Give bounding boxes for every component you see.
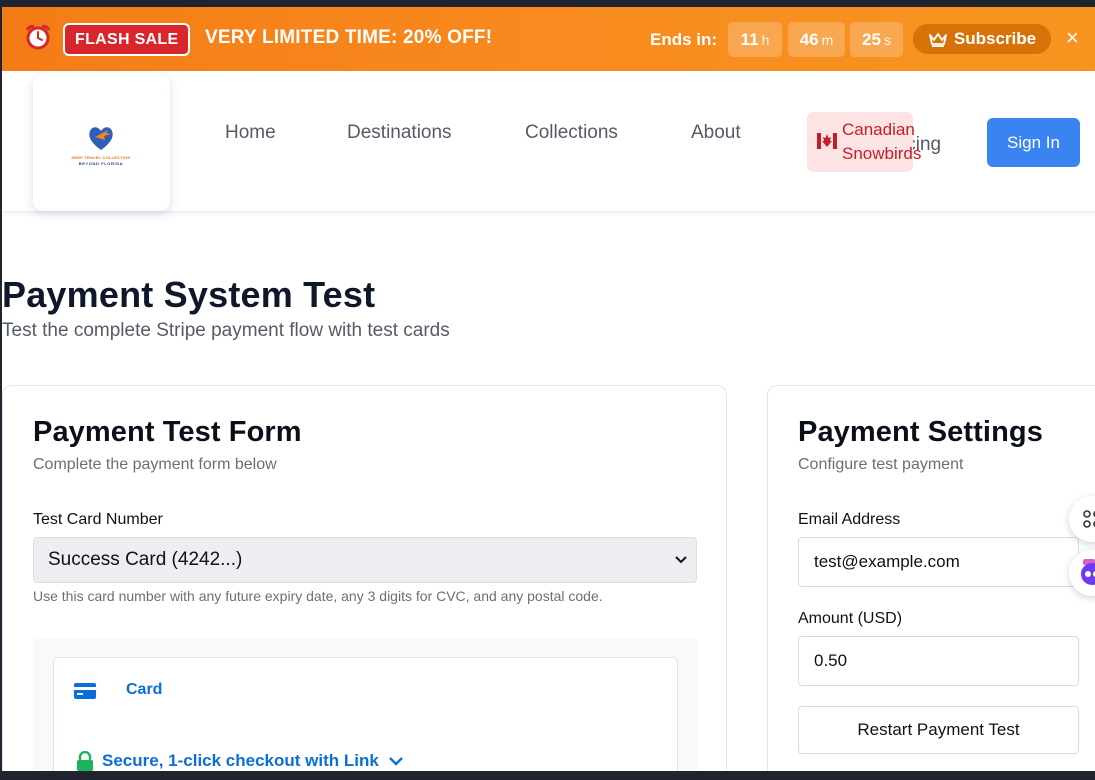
page-title: Payment System Test: [2, 274, 376, 315]
page-subtitle: Test the complete Stripe payment flow wi…: [2, 320, 450, 341]
settings-title: Payment Settings: [798, 416, 1043, 448]
email-label: Email Address: [798, 511, 901, 528]
chevron-down-icon: [388, 757, 403, 766]
payment-settings-card: Payment Settings Configure test payment …: [767, 385, 1095, 771]
payment-form-card: Payment Test Form Complete the payment f…: [2, 385, 727, 771]
grid-icon: [1083, 510, 1095, 528]
chevron-down-icon: [675, 556, 687, 564]
maple-leaf-icon: [817, 133, 837, 149]
credit-card-icon: [74, 683, 96, 699]
seconds-value: 25: [862, 30, 881, 49]
hours-value: 11: [740, 30, 759, 49]
link-checkout-text: Secure, 1-click checkout with Link: [102, 751, 379, 770]
form-title: Payment Test Form: [33, 416, 302, 448]
logo: DEEP TRAVEL COLLECTION BEYOND FLORIDA: [42, 85, 160, 203]
flash-sale-banner: FLASH SALE VERY LIMITED TIME: 20% OFF! E…: [2, 7, 1095, 71]
nav-home[interactable]: Home: [225, 122, 276, 144]
restart-payment-button[interactable]: Restart Payment Test: [798, 706, 1079, 754]
stripe-card-box: Card Secure, 1-click checkout with Link: [53, 657, 678, 771]
nav-about[interactable]: About: [691, 122, 741, 144]
card-number-value: Success Card (4242...): [48, 549, 243, 570]
countdown-minutes: 46 m: [788, 22, 845, 57]
canadian-line1: Canadian: [842, 120, 915, 139]
flash-sale-badge: FLASH SALE: [63, 23, 191, 56]
browser-viewport: FLASH SALE VERY LIMITED TIME: 20% OFF! E…: [2, 7, 1095, 771]
seconds-unit: s: [883, 32, 891, 48]
form-description: Complete the payment form below: [33, 456, 277, 473]
sign-in-button[interactable]: Sign In: [987, 118, 1080, 167]
close-banner-icon[interactable]: ×: [1066, 27, 1084, 49]
canadian-snowbirds-label: Canadian Snowbirds: [842, 118, 932, 166]
card-number-label: Test Card Number: [33, 511, 163, 528]
logo-card[interactable]: DEEP TRAVEL COLLECTION BEYOND FLORIDA: [33, 75, 170, 211]
card-number-select[interactable]: Success Card (4242...): [33, 537, 697, 583]
nav-destinations[interactable]: Destinations: [347, 122, 452, 144]
subscribe-button[interactable]: Subscribe: [913, 24, 1051, 54]
amount-label: Amount (USD): [798, 610, 903, 627]
canadian-line2: Snowbirds: [842, 144, 922, 163]
minutes-unit: m: [821, 32, 834, 48]
subscribe-label: Subscribe: [953, 29, 1037, 48]
alarm-clock-icon: [25, 24, 51, 50]
countdown-seconds: 25 s: [850, 22, 903, 57]
nav-canadian-snowbirds[interactable]: Canadian Snowbirds: [807, 112, 921, 172]
card-number-hint: Use this card number with any future exp…: [33, 588, 603, 604]
nav-collections[interactable]: Collections: [525, 122, 618, 144]
minutes-value: 46: [799, 30, 819, 49]
promo-text: VERY LIMITED TIME: 20% OFF!: [205, 27, 493, 48]
link-checkout-toggle[interactable]: Secure, 1-click checkout with Link: [76, 751, 405, 771]
crown-icon: [928, 33, 947, 47]
amount-field[interactable]: 0.50: [798, 636, 1079, 686]
email-field[interactable]: test@example.com: [798, 537, 1079, 587]
logo-heart-plane-icon: [89, 127, 113, 150]
settings-description: Configure test payment: [798, 456, 964, 473]
card-tab[interactable]: Card: [126, 681, 162, 699]
hours-unit: h: [761, 32, 770, 48]
countdown-label: Ends in:: [650, 30, 718, 49]
stripe-payment-element: Card Secure, 1-click checkout with Link: [33, 638, 697, 771]
logo-line2: BEYOND FLORIDA: [78, 161, 124, 166]
robot-icon: [1081, 559, 1095, 585]
logo-line1: DEEP TRAVEL COLLECTION: [71, 155, 131, 160]
lock-icon: [77, 751, 93, 771]
site-header: DEEP TRAVEL COLLECTION BEYOND FLORIDA Ho…: [2, 71, 1095, 212]
countdown-hours: 11 h: [728, 22, 782, 57]
